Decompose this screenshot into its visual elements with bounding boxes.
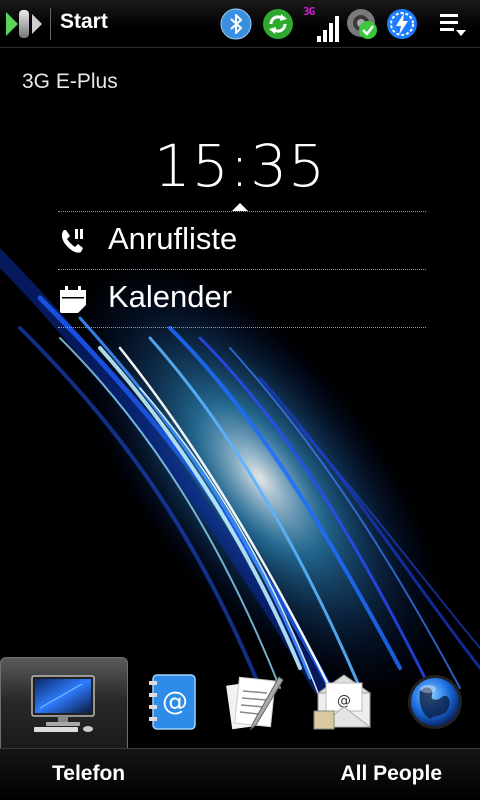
calendar-row[interactable]: Kalender [58,271,426,327]
bluetooth-icon[interactable] [220,8,252,40]
missed-call-icon [61,229,83,253]
divider [58,211,426,212]
call-history-row[interactable]: Anrufliste [58,213,426,269]
signal-strength-icon[interactable] [303,6,339,44]
clock-time[interactable]: 15:35 [0,132,480,200]
internet-globe-icon [408,674,462,729]
tab-contacts[interactable]: @ [128,655,218,748]
clock-pointer-arrow [232,203,248,211]
menu-icon[interactable] [438,10,468,40]
tab-home[interactable] [0,657,128,748]
page-title[interactable]: Start [60,10,108,34]
power-icon[interactable] [386,8,418,40]
start-logo-icon[interactable] [4,6,46,42]
sync-icon[interactable] [262,8,294,40]
tab-internet[interactable] [390,655,480,748]
tab-mail[interactable]: @ [300,655,390,748]
calendar-icon [60,286,86,313]
mail-icon: @ [313,673,372,729]
calendar-label: Kalender [108,279,233,314]
all-people-softkey[interactable]: All People [340,762,442,786]
contacts-book-icon: @ [149,673,196,730]
home-computer-icon [31,675,95,732]
svg-text:@: @ [162,687,188,717]
divider [58,327,426,328]
messages-icon [226,675,284,730]
softkey-bar: Telefon All People [0,748,480,800]
tab-strip: @ @ [0,655,480,748]
phone-softkey[interactable]: Telefon [52,762,125,786]
call-history-label: Anrufliste [108,221,238,256]
settings-ok-icon[interactable] [346,8,378,40]
tab-messages[interactable] [210,655,300,748]
title-separator [50,8,51,40]
divider [58,269,426,270]
title-bar: Start 3G [0,0,480,48]
operator-name: 3G E-Plus [22,70,118,93]
